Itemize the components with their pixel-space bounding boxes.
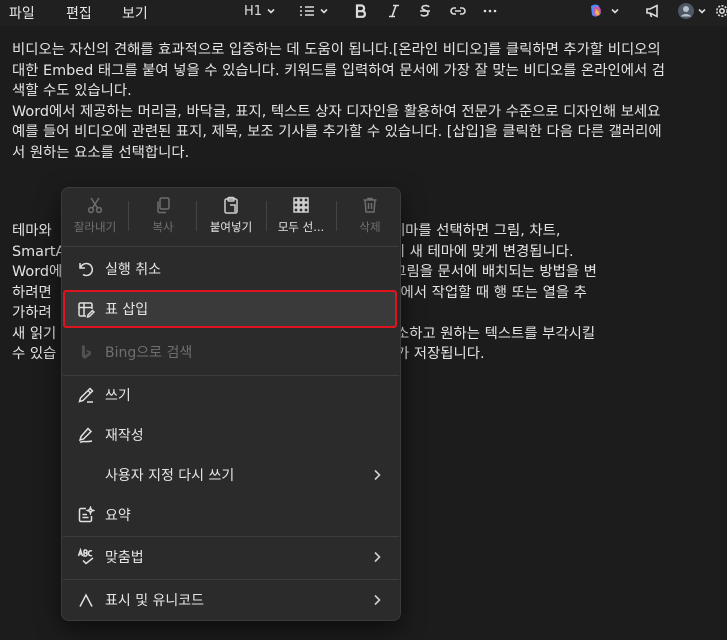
bing-search-label: Bing으로 검색: [105, 345, 193, 361]
more-icon: [483, 9, 497, 13]
announcement-button[interactable]: [645, 2, 661, 20]
delete-button[interactable]: 삭제: [342, 196, 398, 242]
write-menu-item[interactable]: 쓰기: [63, 375, 399, 415]
qa-divider: [336, 201, 337, 231]
gear-icon: [716, 5, 727, 17]
custom-rewrite-label: 사용자 지정 다시 쓰기: [105, 468, 235, 484]
lambda-icon: [77, 591, 95, 609]
account-button[interactable]: [677, 2, 706, 20]
copy-label: 복사: [152, 220, 174, 234]
link-button[interactable]: [450, 2, 466, 20]
menu-divider: [63, 246, 399, 247]
qa-divider: [128, 201, 129, 231]
bing-search-menu-item[interactable]: Bing으로 검색: [63, 332, 399, 372]
copilot-dropdown[interactable]: [588, 2, 619, 20]
rewrite-label: 재작성: [105, 428, 144, 444]
qa-divider: [266, 201, 267, 231]
bullet-list-icon: [300, 6, 314, 16]
summary-label: 요약: [105, 508, 131, 524]
settings-button[interactable]: [715, 2, 727, 20]
chevron-right-icon: [373, 551, 383, 563]
context-menu: 잘라내기 복사 붙여넣기 모두 선... 삭제 실행 취소 표 삽입 Bing으…: [61, 187, 401, 621]
heading-label: H1: [244, 3, 263, 19]
table-edit-icon: [77, 301, 96, 319]
megaphone-icon: [646, 4, 658, 18]
spellcheck-icon: [77, 547, 95, 566]
doc-line: 비디오는 자신의 견해를 효과적으로 입증하는 데 도움이 됩니다.[온라인 비…: [12, 42, 661, 58]
doc-line: Word에서 제공하는 머리글, 바닥글, 표지, 텍스트 상자 디자인을 활용…: [12, 103, 661, 120]
chevron-right-icon: [373, 469, 383, 481]
summary-menu-item[interactable]: 요약: [63, 495, 399, 535]
avatar: [678, 3, 694, 19]
menu-edit[interactable]: 편집: [66, 3, 92, 23]
spelling-menu-item[interactable]: 맞춤법: [63, 537, 399, 577]
show-unicode-menu-item[interactable]: 표시 및 유니코드: [63, 580, 399, 620]
qa-divider: [196, 201, 197, 231]
rewrite-icon: [77, 426, 95, 444]
paste-button[interactable]: 붙여넣기: [200, 196, 262, 242]
chevron-right-icon: [373, 594, 383, 606]
show-unicode-label: 표시 및 유니코드: [105, 593, 205, 609]
doc-line: 대한 Embed 태그를 붙여 넣을 수 있습니다. 키워드를 입력하여 문서에…: [12, 62, 666, 79]
scissors-icon: [87, 197, 103, 214]
spelling-label: 맞춤법: [105, 550, 144, 566]
strikethrough-button[interactable]: [419, 2, 431, 20]
copy-button[interactable]: 복사: [134, 196, 192, 242]
chevron-down-icon: [320, 8, 328, 14]
insert-table-label: 표 삽입: [105, 302, 149, 318]
bing-icon: [77, 343, 95, 361]
chevron-down-icon: [611, 8, 619, 14]
cut-button[interactable]: 잘라내기: [66, 196, 124, 242]
doc-line: 예를 들어 비디오에 관련된 표지, 제목, 보조 기사를 추가할 수 있습니다…: [12, 124, 662, 140]
delete-label: 삭제: [359, 220, 381, 234]
undo-icon: [77, 260, 95, 278]
paste-label: 붙여넣기: [209, 220, 253, 234]
bold-button[interactable]: [355, 2, 367, 20]
cut-label: 잘라내기: [73, 220, 117, 234]
copilot-icon: [591, 4, 601, 17]
summary-icon: [77, 505, 96, 524]
custom-rewrite-menu-item[interactable]: 사용자 지정 다시 쓰기: [63, 455, 399, 495]
bold-icon: [355, 4, 367, 18]
menu-view[interactable]: 보기: [122, 3, 148, 23]
copy-icon: [157, 197, 170, 214]
undo-menu-item[interactable]: 실행 취소: [63, 249, 399, 289]
paste-icon: [224, 196, 238, 214]
doc-line: 색할 수도 있습니다.: [12, 83, 132, 99]
bullet-list-dropdown[interactable]: [299, 2, 328, 20]
rewrite-menu-item[interactable]: 재작성: [63, 415, 399, 455]
write-label: 쓰기: [105, 388, 131, 404]
more-options-button[interactable]: [483, 2, 497, 20]
italic-icon: [389, 4, 399, 18]
select-all-icon: [293, 197, 309, 213]
menu-file[interactable]: 파일: [9, 3, 35, 23]
insert-table-menu-item[interactable]: 표 삽입: [63, 290, 397, 328]
chevron-down-icon: [698, 8, 706, 14]
link-icon: [450, 7, 466, 15]
chevron-down-icon: [267, 8, 275, 14]
strikethrough-icon: [420, 4, 430, 17]
italic-button[interactable]: [388, 2, 400, 20]
trash-icon: [363, 197, 377, 213]
heading-dropdown[interactable]: H1: [244, 2, 275, 20]
pen-sparkle-icon: [77, 386, 95, 404]
undo-label: 실행 취소: [105, 262, 161, 278]
top-toolbar: 파일 편집 보기 H1: [0, 0, 727, 26]
select-all-button[interactable]: 모두 선...: [270, 196, 332, 242]
select-all-label: 모두 선...: [277, 220, 325, 234]
doc-line: 서 원하는 요소를 선택합니다.: [12, 144, 190, 161]
